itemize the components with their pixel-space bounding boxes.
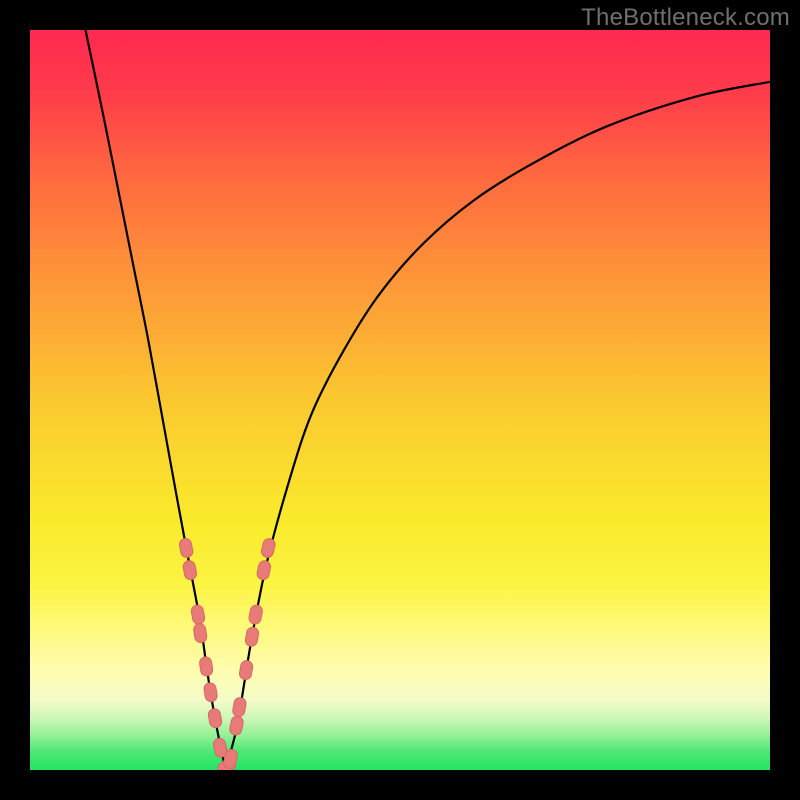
curve-marker — [190, 604, 205, 625]
curve-marker — [203, 682, 218, 703]
curve-layer — [30, 30, 770, 770]
outer-frame: TheBottleneck.com — [0, 0, 800, 800]
plot-area — [30, 30, 770, 770]
curve-marker — [193, 623, 208, 644]
bottleneck-curve — [86, 30, 771, 770]
curve-marker — [248, 604, 263, 625]
curve-marker — [239, 660, 254, 681]
watermark-text: TheBottleneck.com — [581, 4, 790, 32]
curve-marker — [178, 538, 193, 559]
curve-marker — [207, 708, 222, 729]
curve-marker — [256, 560, 272, 581]
marker-group — [178, 537, 276, 770]
curve-marker — [199, 656, 214, 677]
curve-marker — [260, 537, 276, 558]
curve-marker — [232, 697, 247, 718]
curve-marker — [244, 626, 259, 647]
curve-marker — [229, 715, 245, 736]
curve-marker — [182, 560, 197, 581]
